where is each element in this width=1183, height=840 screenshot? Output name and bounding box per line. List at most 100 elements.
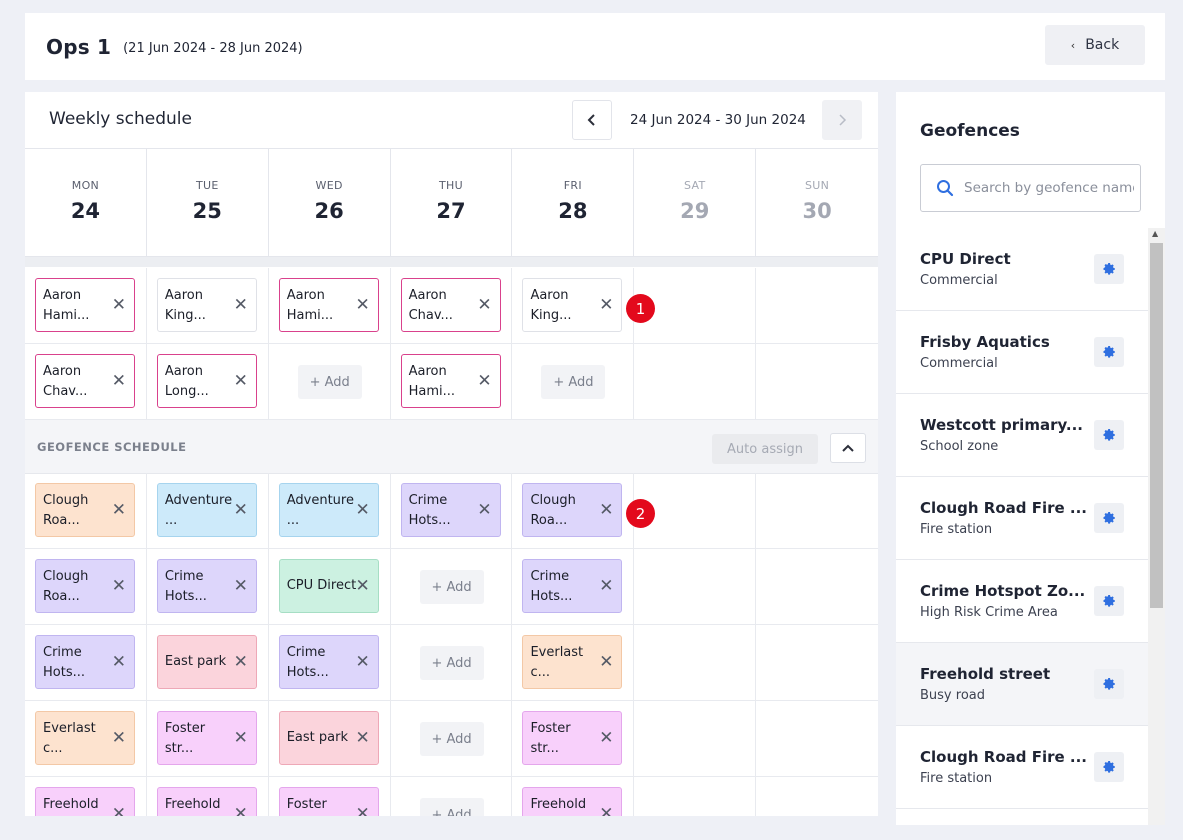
scroll-up-arrow-icon[interactable]: ▲ [1152,229,1158,238]
page-header: Ops 1 (21 Jun 2024 - 28 Jun 2024) ‹ Back [25,13,1165,80]
remove-icon[interactable]: ✕ [477,500,491,520]
back-button[interactable]: ‹ Back [1045,25,1145,65]
geofence-settings-button[interactable] [1094,586,1124,616]
geofence-chip[interactable]: Everlast c... ✕ [522,635,623,689]
remove-icon[interactable]: ✕ [599,500,613,520]
scrollbar-thumb[interactable] [1150,243,1163,608]
geofence-settings-button[interactable] [1094,669,1124,699]
add-geofence-button[interactable]: + Add [419,798,484,816]
remove-icon[interactable]: ✕ [112,652,126,672]
add-geofence-button[interactable]: + Add [419,570,484,604]
remove-icon[interactable]: ✕ [234,295,248,315]
staff-chip[interactable]: Aaron Hami... ✕ [278,278,379,332]
geofence-list-item[interactable]: Freehold street Busy road [896,643,1148,726]
remove-icon[interactable]: ✕ [234,652,248,672]
staff-chip[interactable]: Aaron Hami... ✕ [35,278,135,332]
geofence-chip[interactable]: Crime Hots... ✕ [156,559,257,613]
staff-chip[interactable]: Aaron King... ✕ [522,278,623,332]
remove-icon[interactable]: ✕ [112,576,126,596]
next-week-button[interactable] [822,100,862,140]
geofence-chip[interactable]: East park ✕ [278,711,379,765]
geofence-list-scrollbar[interactable]: ▲ [1148,228,1165,825]
geofence-chip[interactable]: Crime Hots... ✕ [278,635,379,689]
staff-chip[interactable]: Aaron Long... ✕ [156,354,257,408]
schedule-cell: Aaron Chav... ✕ [391,268,513,343]
geofence-chip[interactable]: Freehold ✕ [156,787,257,816]
geofence-list-item[interactable]: Crime Hotspot Zo... High Risk Crime Area [896,560,1148,643]
add-geofence-button[interactable]: + Add [419,722,484,756]
remove-icon[interactable]: ✕ [599,728,613,748]
day-name: WED [315,179,343,192]
geofence-chip[interactable]: Crime Hots... ✕ [400,483,501,537]
remove-icon[interactable]: ✕ [234,576,248,596]
geofence-list-item[interactable]: Clough Road Fire ... Fire station [896,726,1148,809]
geofence-chip[interactable]: Clough Roa... ✕ [522,483,623,537]
geofence-chip-label: East park [164,654,227,669]
schedule-row: Everlast c... ✕ Foster str... ✕ East park ✕… [25,701,878,777]
remove-icon[interactable]: ✕ [234,728,248,748]
schedule-row: Aaron Hami... ✕ Aaron King... ✕ Aaron Hami… [25,268,878,344]
previous-week-button[interactable] [572,100,612,140]
geofence-list-item[interactable]: Frisby Aquatics Commercial [896,311,1148,394]
geofence-settings-button[interactable] [1094,420,1124,450]
geofence-chip[interactable]: Crime Hots... ✕ [522,559,623,613]
geofence-chip-label: Crime Hots... [530,569,573,604]
geofence-chip[interactable]: Freehold ✕ [35,787,135,816]
remove-icon[interactable]: ✕ [599,295,613,315]
geofence-chip[interactable]: East park ✕ [156,635,257,689]
day-column-header: TUE 25 [147,149,269,256]
geofence-search-input[interactable] [964,180,1134,196]
schedule-cell [756,344,878,419]
geofence-list-item[interactable]: Clough Road Fire ... Fire station [896,477,1148,560]
schedule-cell [634,777,757,816]
remove-icon[interactable]: ✕ [355,500,369,520]
geofence-chip[interactable]: Foster str... ✕ [156,711,257,765]
geofence-chip[interactable]: Foster ✕ [278,787,379,816]
remove-icon[interactable]: ✕ [112,804,126,816]
geofence-list-item[interactable]: CPU Direct Commercial [896,228,1148,311]
geofence-chip[interactable]: Adventure ... ✕ [278,483,379,537]
remove-icon[interactable]: ✕ [112,295,126,315]
geofence-chip[interactable]: Everlast c... ✕ [35,711,135,765]
remove-icon[interactable]: ✕ [112,371,126,391]
remove-icon[interactable]: ✕ [355,728,369,748]
remove-icon[interactable]: ✕ [112,500,126,520]
add-staff-button[interactable]: + Add [297,365,362,399]
remove-icon[interactable]: ✕ [234,804,248,816]
geofence-list: CPU Direct Commercial Frisby Aquatics Co… [896,228,1148,809]
remove-icon[interactable]: ✕ [477,371,491,391]
geofence-settings-button[interactable] [1094,503,1124,533]
geofence-chip[interactable]: Clough Roa... ✕ [35,483,135,537]
remove-icon[interactable]: ✕ [477,295,491,315]
remove-icon[interactable]: ✕ [234,371,248,391]
schedule-row: Clough Roa... ✕ Crime Hots... ✕ CPU Direct… [25,549,878,625]
add-staff-button[interactable]: + Add [541,365,606,399]
geofence-chip[interactable]: Adventure ... ✕ [156,483,257,537]
geofence-chip[interactable]: CPU Direct ✕ [278,559,379,613]
staff-chip[interactable]: Aaron Hami... ✕ [400,354,501,408]
geofence-settings-button[interactable] [1094,254,1124,284]
remove-icon[interactable]: ✕ [599,652,613,672]
collapse-button[interactable] [830,433,866,463]
remove-icon[interactable]: ✕ [599,576,613,596]
remove-icon[interactable]: ✕ [355,652,369,672]
geofence-chip[interactable]: Crime Hots... ✕ [35,635,135,689]
remove-icon[interactable]: ✕ [234,500,248,520]
remove-icon[interactable]: ✕ [355,576,369,596]
staff-chip[interactable]: Aaron King... ✕ [156,278,257,332]
remove-icon[interactable]: ✕ [355,804,369,816]
geofence-chip[interactable]: Foster str... ✕ [522,711,623,765]
geofence-chip[interactable]: Freehold ✕ [522,787,623,816]
remove-icon[interactable]: ✕ [355,295,369,315]
remove-icon[interactable]: ✕ [112,728,126,748]
remove-icon[interactable]: ✕ [599,804,613,816]
geofence-chip[interactable]: Clough Roa... ✕ [35,559,135,613]
auto-assign-button[interactable]: Auto assign [712,434,818,464]
schedule-cell: Aaron Hami... ✕ [391,344,513,419]
geofence-settings-button[interactable] [1094,752,1124,782]
staff-chip[interactable]: Aaron Chav... ✕ [35,354,135,408]
geofence-settings-button[interactable] [1094,337,1124,367]
add-geofence-button[interactable]: + Add [419,646,484,680]
staff-chip[interactable]: Aaron Chav... ✕ [400,278,501,332]
geofence-list-item[interactable]: Westcott primary... School zone [896,394,1148,477]
